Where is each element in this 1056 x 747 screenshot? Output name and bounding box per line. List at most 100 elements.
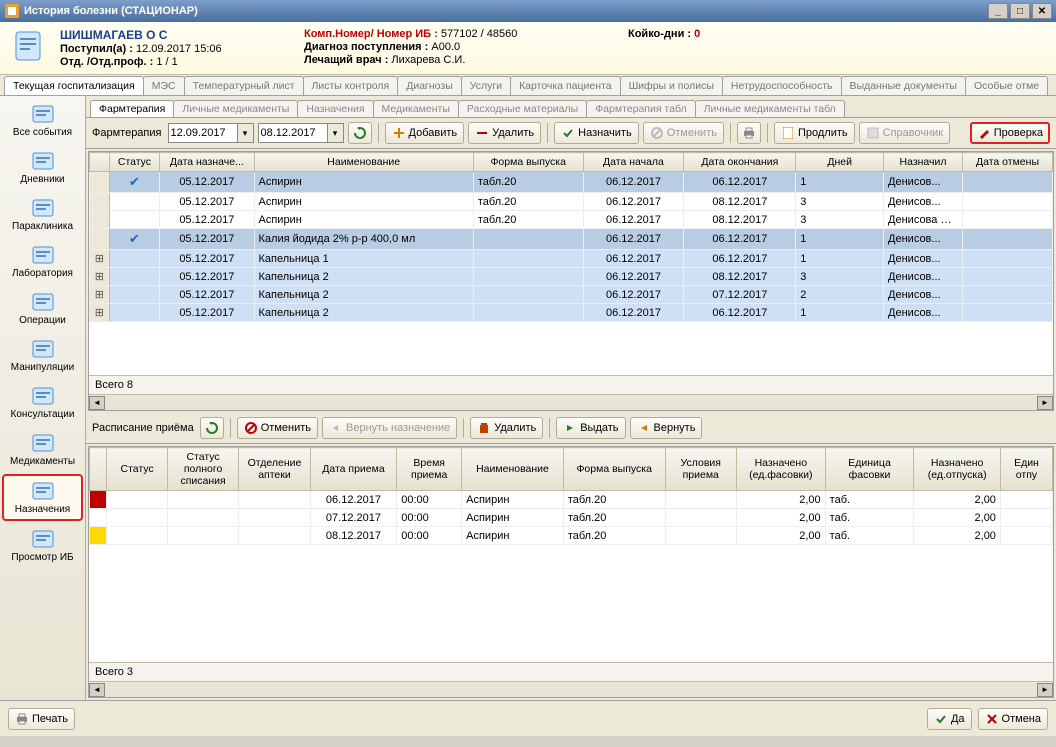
sub-tab-5[interactable]: Фармтерапия табл — [586, 100, 695, 117]
grid2-col-10[interactable]: Единица фасовки — [825, 448, 914, 491]
main-tab-9[interactable]: Выданные документы — [841, 76, 966, 95]
main-tab-2[interactable]: Температурный лист — [184, 76, 304, 95]
table-row[interactable]: 07.12.201700:00Аспиринтабл.202,00таб.2,0… — [90, 509, 1053, 527]
main-tab-0[interactable]: Текущая госпитализация — [4, 76, 144, 95]
scroll-left-icon[interactable]: ◄ — [89, 683, 105, 697]
refresh-button[interactable] — [348, 122, 372, 144]
cancel-button[interactable]: Отмена — [978, 708, 1048, 730]
table-row[interactable]: ✔05.12.2017Калия йодида 2% р-р 400,0 мл0… — [90, 229, 1053, 250]
sidebar-item-1[interactable]: Дневники — [2, 145, 83, 190]
grid1-col-1[interactable]: Статус — [109, 153, 159, 172]
grid2-hscroll[interactable]: ◄ ► — [89, 681, 1053, 697]
print-label: Печать — [32, 713, 68, 725]
date-to-input[interactable] — [259, 127, 327, 139]
sub-tab-2[interactable]: Назначения — [297, 100, 373, 117]
grid1-col-4[interactable]: Форма выпуска — [473, 153, 583, 172]
grid1-col-5[interactable]: Дата начала — [583, 153, 684, 172]
sidebar-item-5[interactable]: Манипуляции — [2, 333, 83, 378]
date-from-field[interactable]: ▾ — [168, 123, 254, 143]
grid2-col-0[interactable] — [90, 448, 107, 491]
minus-icon — [475, 126, 489, 140]
table-row[interactable]: 05.12.2017Аспиринтабл.2006.12.201708.12.… — [90, 193, 1053, 211]
main-tab-8[interactable]: Нетрудоспособность — [722, 76, 842, 95]
grid2-col-12[interactable]: Един отпу — [1000, 448, 1052, 491]
sidebar-item-0[interactable]: Все события — [2, 98, 83, 143]
extend-button[interactable]: Продлить — [774, 122, 855, 144]
sidebar-item-4[interactable]: Операции — [2, 286, 83, 331]
refresh2-button[interactable] — [200, 417, 224, 439]
sub-tab-6[interactable]: Личные медикаменты табл — [695, 100, 845, 117]
date-from-dropdown-icon[interactable]: ▾ — [237, 124, 253, 142]
sub-tab-1[interactable]: Личные медикаменты — [173, 100, 298, 117]
sub-tab-4[interactable]: Расходные материалы — [458, 100, 587, 117]
table-row[interactable]: 08.12.201700:00Аспиринтабл.202,00таб.2,0… — [90, 527, 1053, 545]
grid2-col-2[interactable]: Статус полного списания — [167, 448, 238, 491]
main-tab-6[interactable]: Карточка пациента — [510, 76, 621, 95]
date-to-dropdown-icon[interactable]: ▾ — [327, 124, 343, 142]
grid2-col-11[interactable]: Назначено (ед.отпуска) — [914, 448, 1001, 491]
cancel-icon — [244, 421, 258, 435]
print-small-button[interactable] — [737, 122, 761, 144]
scroll-left-icon[interactable]: ◄ — [89, 396, 105, 410]
maximize-button[interactable]: □ — [1010, 3, 1030, 19]
cancel-assign-button[interactable]: Отменить — [643, 122, 724, 144]
grid1-col-3[interactable]: Наименование — [254, 153, 473, 172]
reference-button[interactable]: Справочник — [859, 122, 951, 144]
issue-button[interactable]: Выдать — [556, 417, 625, 439]
close-button[interactable]: ✕ — [1032, 3, 1052, 19]
doctor-value: Лихарева С.И. — [391, 54, 465, 66]
grid1-col-7[interactable]: Дней — [796, 153, 884, 172]
table-row[interactable]: ⊞05.12.2017Капельница 206.12.201707.12.2… — [90, 286, 1053, 304]
delete2-button[interactable]: Удалить — [470, 417, 543, 439]
sidebar-item-2[interactable]: Параклиника — [2, 192, 83, 237]
main-tab-7[interactable]: Шифры и полисы — [620, 76, 723, 95]
date-to-field[interactable]: ▾ — [258, 123, 344, 143]
grid1-col-2[interactable]: Дата назначе... — [160, 153, 254, 172]
grid1-hscroll[interactable]: ◄ ► — [89, 394, 1053, 410]
sidebar-item-9[interactable]: Просмотр ИБ — [2, 523, 83, 568]
print-button[interactable]: Печать — [8, 708, 75, 730]
table-row[interactable]: 06.12.201700:00Аспиринтабл.202,00таб.2,0… — [90, 491, 1053, 509]
grid1-col-6[interactable]: Дата окончания — [684, 153, 796, 172]
table-row[interactable]: ⊞05.12.2017Капельница 206.12.201706.12.2… — [90, 304, 1053, 322]
return-button[interactable]: Вернуть — [630, 417, 703, 439]
scroll-right-icon[interactable]: ► — [1037, 396, 1053, 410]
sidebar-item-6[interactable]: Консультации — [2, 380, 83, 425]
grid2-col-5[interactable]: Время приема — [397, 448, 462, 491]
sidebar-item-7[interactable]: Медикаменты — [2, 427, 83, 472]
scroll-right-icon[interactable]: ► — [1037, 683, 1053, 697]
sidebar-item-3[interactable]: Лаборатория — [2, 239, 83, 284]
cancel2-button[interactable]: Отменить — [237, 417, 318, 439]
grid2-col-6[interactable]: Наименование — [462, 448, 564, 491]
sub-tab-3[interactable]: Медикаменты — [373, 100, 459, 117]
assign-button[interactable]: Назначить — [554, 122, 639, 144]
return-assign-button[interactable]: Вернуть назначение — [322, 417, 457, 439]
check-button[interactable]: Проверка — [970, 122, 1050, 144]
table-row[interactable]: ⊞05.12.2017Капельница 106.12.201706.12.2… — [90, 250, 1053, 268]
grid2-col-3[interactable]: Отделение аптеки — [239, 448, 310, 491]
grid2-col-7[interactable]: Форма выпуска — [563, 448, 665, 491]
table-row[interactable]: ✔05.12.2017Аспиринтабл.2006.12.201706.12… — [90, 172, 1053, 193]
add-button[interactable]: Добавить — [385, 122, 465, 144]
delete-button[interactable]: Удалить — [468, 122, 541, 144]
date-from-input[interactable] — [169, 127, 237, 139]
sidebar-icon — [30, 480, 56, 502]
grid1-col-0[interactable] — [90, 153, 110, 172]
table-row[interactable]: ⊞05.12.2017Капельница 206.12.201708.12.2… — [90, 268, 1053, 286]
grid2-col-4[interactable]: Дата приема — [310, 448, 397, 491]
main-tab-4[interactable]: Диагнозы — [397, 76, 462, 95]
sub-tab-0[interactable]: Фармтерапия — [90, 100, 174, 117]
minimize-button[interactable]: _ — [988, 3, 1008, 19]
grid2-col-8[interactable]: Условия приема — [665, 448, 736, 491]
main-tab-5[interactable]: Услуги — [461, 76, 511, 95]
table-row[interactable]: 05.12.2017Аспиринтабл.2006.12.201708.12.… — [90, 211, 1053, 229]
main-tab-3[interactable]: Листы контроля — [303, 76, 399, 95]
grid1-col-8[interactable]: Назначил — [884, 153, 963, 172]
grid2-col-1[interactable]: Статус — [107, 448, 168, 491]
main-tab-10[interactable]: Особые отме — [965, 76, 1048, 95]
sidebar-item-8[interactable]: Назначения — [2, 474, 83, 521]
main-tab-1[interactable]: МЭС — [143, 76, 185, 95]
grid2-col-9[interactable]: Назначено (ед.фасовки) — [736, 448, 825, 491]
grid1-col-9[interactable]: Дата отмены — [963, 153, 1053, 172]
ok-button[interactable]: Да — [927, 708, 972, 730]
